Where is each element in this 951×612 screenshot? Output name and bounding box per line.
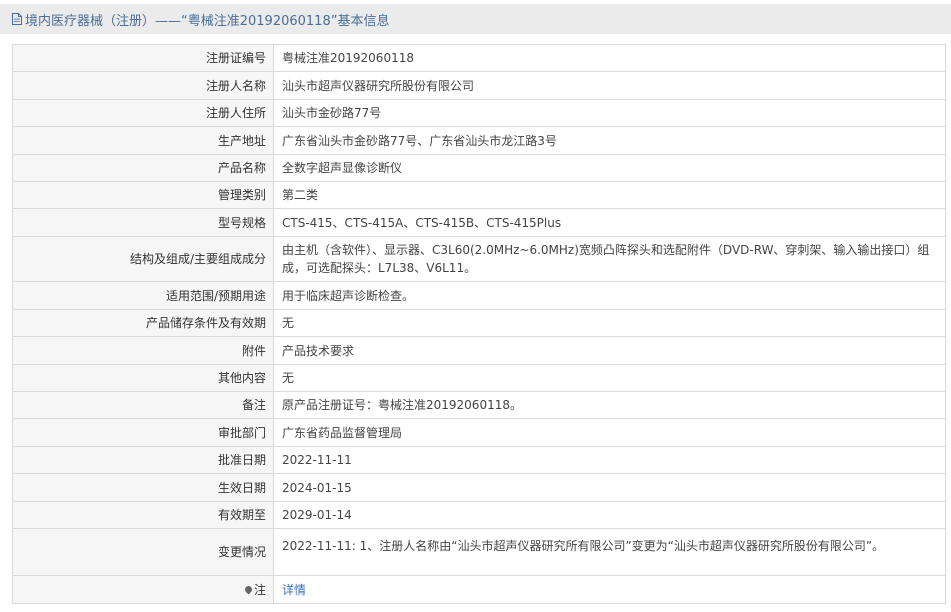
row-label: 审批部门 xyxy=(12,418,274,447)
table-row: 备注 原产品注册证号：粤械注准20192060118。 xyxy=(12,391,946,419)
row-label: 备注 xyxy=(12,391,274,419)
row-label: 生效日期 xyxy=(12,473,274,502)
row-value: 2024-01-15 xyxy=(273,473,946,502)
row-label: 生产地址 xyxy=(12,126,274,155)
table-row: 批准日期 2022-11-11 xyxy=(12,446,946,474)
table-row: 注册证编号 粤械注准20192060118 xyxy=(12,44,946,72)
row-value: 用于临床超声诊断检查。 xyxy=(273,281,946,310)
row-value: 原产品注册证号：粤械注准20192060118。 xyxy=(273,391,946,419)
table-row: 产品储存条件及有效期 无 xyxy=(12,309,946,337)
row-value: 广东省汕头市金砂路77号、广东省汕头市龙江路3号 xyxy=(273,126,946,155)
row-label: 其他内容 xyxy=(12,364,274,392)
row-value: 2022-11-11 xyxy=(273,446,946,474)
row-label: 管理类别 xyxy=(12,181,274,209)
table-row: 型号规格 CTS-415、CTS-415A、CTS-415B、CTS-415Pl… xyxy=(12,208,946,237)
row-value: 广东省药品监督管理局 xyxy=(273,418,946,447)
table-row: 生产地址 广东省汕头市金砂路77号、广东省汕头市龙江路3号 xyxy=(12,126,946,155)
note-value-cell: 详情 xyxy=(273,575,946,604)
row-label: 适用范围/预期用途 xyxy=(12,281,274,310)
row-value: 2029-01-14 xyxy=(273,501,946,529)
table-row: 结构及组成/主要组成成分 由主机（含软件）、显示器、C3L60(2.0MHz~6… xyxy=(12,236,946,282)
row-label: 产品储存条件及有效期 xyxy=(12,309,274,337)
row-value: 由主机（含软件）、显示器、C3L60(2.0MHz~6.0MHz)宽频凸阵探头和… xyxy=(273,236,946,282)
row-value: 第二类 xyxy=(273,181,946,209)
row-value: 无 xyxy=(273,364,946,392)
row-label: 变更情况 xyxy=(12,528,274,576)
info-table: 注册证编号 粤械注准20192060118 注册人名称 汕头市超声仪器研究所股份… xyxy=(12,44,946,604)
row-value: 2022-11-11: 1、注册人名称由“汕头市超声仪器研究所有限公司”变更为“… xyxy=(273,528,946,576)
table-row: 变更情况 2022-11-11: 1、注册人名称由“汕头市超声仪器研究所有限公司… xyxy=(12,528,946,576)
row-label: 产品名称 xyxy=(12,154,274,182)
row-value: 无 xyxy=(273,309,946,337)
row-label: 批准日期 xyxy=(12,446,274,474)
page-title: 境内医疗器械（注册）——“粤械注准20192060118”基本信息 xyxy=(25,13,390,29)
details-link[interactable]: 详情 xyxy=(282,583,306,597)
row-label: 注册人名称 xyxy=(12,71,274,100)
table-row: 产品名称 全数字超声显像诊断仪 xyxy=(12,154,946,182)
table-row: 注册人住所 汕头市金砂路77号 xyxy=(12,99,946,127)
table-row: 生效日期 2024-01-15 xyxy=(12,473,946,502)
note-label: 注 xyxy=(253,582,266,597)
row-label: 注册证编号 xyxy=(12,44,274,72)
row-label: 注册人住所 xyxy=(12,99,274,127)
row-value: 产品技术要求 xyxy=(273,336,946,365)
row-value: 粤械注准20192060118 xyxy=(273,44,946,72)
row-value: CTS-415、CTS-415A、CTS-415B、CTS-415Plus xyxy=(273,208,946,237)
note-row: 注 详情 xyxy=(12,575,946,604)
document-icon xyxy=(12,13,22,25)
pin-icon xyxy=(243,584,254,594)
row-label: 型号规格 xyxy=(12,208,274,237)
row-label: 结构及组成/主要组成成分 xyxy=(12,236,274,282)
note-label-cell: 注 xyxy=(12,575,274,604)
table-row: 注册人名称 汕头市超声仪器研究所股份有限公司 xyxy=(12,71,946,100)
table-row: 有效期至 2029-01-14 xyxy=(12,501,946,529)
row-label: 附件 xyxy=(12,336,274,365)
table-row: 其他内容 无 xyxy=(12,364,946,392)
table-row: 审批部门 广东省药品监督管理局 xyxy=(12,418,946,447)
page-header: 境内医疗器械（注册）——“粤械注准20192060118”基本信息 xyxy=(0,4,951,34)
row-value: 汕头市金砂路77号 xyxy=(273,99,946,127)
table-row: 附件 产品技术要求 xyxy=(12,336,946,365)
row-value: 全数字超声显像诊断仪 xyxy=(273,154,946,182)
row-value: 汕头市超声仪器研究所股份有限公司 xyxy=(273,71,946,100)
table-row: 管理类别 第二类 xyxy=(12,181,946,209)
row-label: 有效期至 xyxy=(12,501,274,529)
table-row: 适用范围/预期用途 用于临床超声诊断检查。 xyxy=(12,281,946,310)
